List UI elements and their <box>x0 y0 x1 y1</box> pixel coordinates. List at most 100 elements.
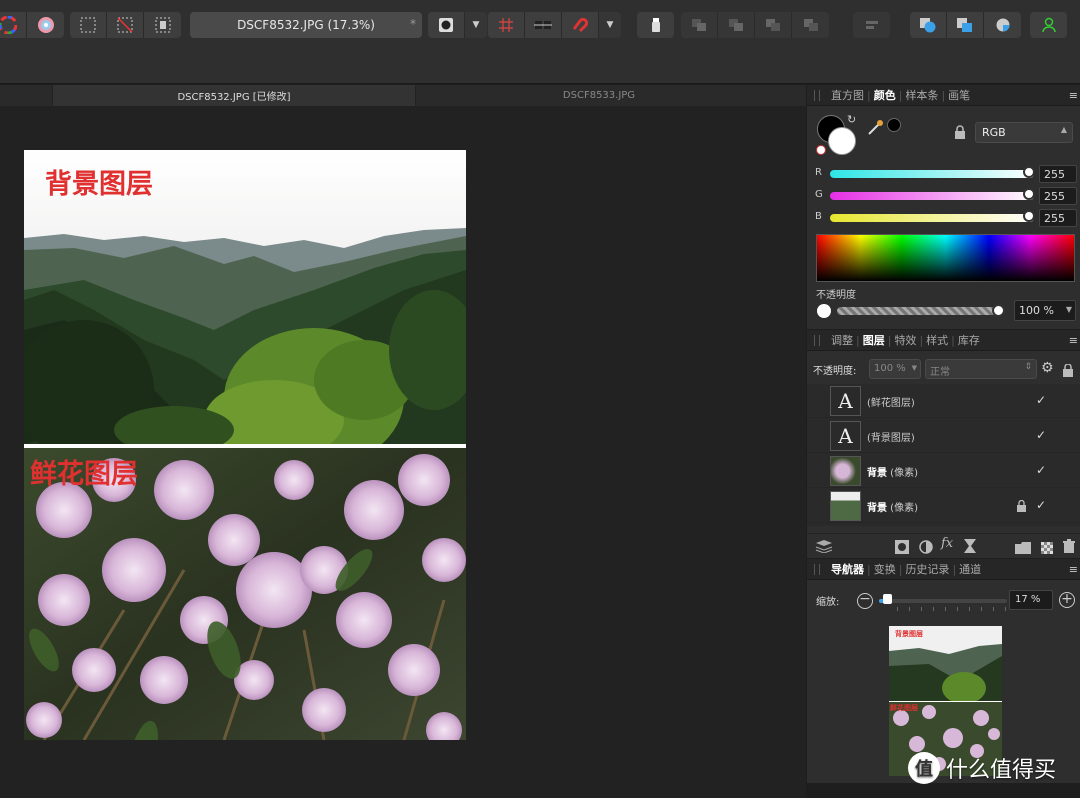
document-canvas[interactable]: 背景图层 鲜花图层 <box>0 106 806 798</box>
picked-color-swatch[interactable] <box>887 118 901 132</box>
trash-icon[interactable] <box>1063 538 1075 557</box>
visibility-checkbox[interactable]: ✓ <box>1036 393 1046 407</box>
user-persona-icon[interactable] <box>1030 12 1067 38</box>
secondary-color-swatch[interactable] <box>828 127 856 155</box>
red-value-field[interactable]: 255 <box>1039 165 1077 183</box>
document-title-button[interactable]: DSCF8532.JPG (17.3%) * <box>190 12 422 38</box>
tab-dscf8533[interactable]: DSCF8533.JPG <box>417 85 781 106</box>
adjustment-layer-icon[interactable] <box>919 539 933 558</box>
tab-swatches[interactable]: 样本条 <box>903 87 940 103</box>
panel-grip-icon[interactable] <box>814 564 820 575</box>
move-to-front-icon[interactable] <box>792 12 829 38</box>
tab-dscf8532[interactable]: DSCF8532.JPG [已修改] <box>52 85 416 106</box>
lock-icon[interactable] <box>954 124 968 142</box>
opacity-value-field[interactable]: 100 % ▼ <box>1014 300 1076 321</box>
zoom-slider[interactable] <box>879 599 1007 603</box>
opacity-slider-knob[interactable] <box>992 304 1005 317</box>
tab-styles[interactable]: 样式 <box>924 332 950 348</box>
panel-menu-icon[interactable]: ≡ <box>1069 563 1078 576</box>
green-slider-knob[interactable] <box>1023 188 1035 200</box>
tab-adjustments[interactable]: 调整 <box>829 332 855 348</box>
color-spectrum-picker[interactable] <box>816 234 1075 282</box>
layer-opacity-value: 100 % <box>874 363 906 374</box>
red-slider-knob[interactable] <box>1023 166 1035 178</box>
green-slider[interactable] <box>830 192 1034 200</box>
new-pixel-layer-icon[interactable] <box>1041 539 1053 558</box>
align-snap-icon[interactable] <box>525 12 562 38</box>
tab-color[interactable]: 颜色 <box>872 87 898 103</box>
tab-channels[interactable]: 通道 <box>957 561 983 577</box>
layer-row[interactable]: 背景 (像素) ✓ <box>807 489 1080 523</box>
visibility-checkbox[interactable]: ✓ <box>1036 463 1046 477</box>
blue-value-field[interactable]: 255 <box>1039 209 1077 227</box>
boolean-intersect-icon[interactable] <box>984 12 1021 38</box>
swap-colors-icon[interactable]: ↻ <box>847 113 856 126</box>
bottom-text-layer[interactable]: 鲜花图层 <box>30 452 138 491</box>
top-text-layer[interactable]: 背景图层 <box>45 162 153 201</box>
layer-opacity-select[interactable]: 100 % ▼ <box>869 359 921 379</box>
layers-stack-icon[interactable] <box>815 538 833 557</box>
magnet-snapping-icon[interactable] <box>562 12 599 38</box>
eyedropper-icon[interactable] <box>867 118 885 140</box>
layer-row[interactable]: A (鲜花图层) ✓ <box>807 384 1080 418</box>
fx-icon[interactable]: fx <box>941 536 953 551</box>
zoom-in-icon[interactable]: + <box>1059 592 1075 608</box>
tab-navigator[interactable]: 导航器 <box>829 561 866 577</box>
tab-layers[interactable]: 图层 <box>861 332 887 348</box>
tab-histogram[interactable]: 直方图 <box>829 87 866 103</box>
tab-history[interactable]: 历史记录 <box>903 561 951 577</box>
panel-menu-icon[interactable]: ≡ <box>1069 334 1078 347</box>
tab-stock[interactable]: 库存 <box>956 332 982 348</box>
move-forward-one-icon[interactable] <box>755 12 792 38</box>
align-group <box>853 12 890 38</box>
visibility-checkbox[interactable]: ✓ <box>1036 498 1046 512</box>
blue-slider-knob[interactable] <box>1023 210 1035 222</box>
blue-slider[interactable] <box>830 214 1034 222</box>
color-wheel-icon[interactable] <box>0 12 27 38</box>
opacity-value: 100 % <box>1019 304 1054 317</box>
panel-menu-icon[interactable]: ≡ <box>1069 89 1078 102</box>
panel-grip-icon[interactable] <box>814 90 820 101</box>
boolean-subtract-icon[interactable] <box>947 12 984 38</box>
color-mode-select[interactable]: RGB ▲ <box>975 122 1073 143</box>
red-slider[interactable] <box>830 170 1034 178</box>
chevron-down-icon[interactable]: ▼ <box>1066 305 1072 314</box>
zoom-slider-knob[interactable] <box>882 594 892 604</box>
lock-icon[interactable] <box>1063 362 1073 381</box>
invert-selection-icon[interactable] <box>144 12 181 38</box>
marquee-select-icon[interactable] <box>70 12 107 38</box>
blend-mode-select[interactable]: 正常 ⇕ <box>925 359 1037 379</box>
move-to-back-icon[interactable] <box>681 12 718 38</box>
layer-row[interactable]: 背景 (像素) ✓ <box>807 454 1080 488</box>
panel-grip-icon[interactable] <box>814 335 820 346</box>
zoom-value-field[interactable]: 17 % <box>1009 590 1053 610</box>
photo-document[interactable]: 背景图层 鲜花图层 <box>24 150 466 740</box>
mask-dropdown-chevron-icon[interactable]: ▼ <box>465 12 487 38</box>
no-color-icon[interactable] <box>816 145 826 155</box>
deselect-icon[interactable] <box>107 12 144 38</box>
gear-icon[interactable]: ⚙ <box>1041 360 1054 376</box>
opacity-slider[interactable] <box>837 307 1000 315</box>
tab-transform[interactable]: 变换 <box>872 561 898 577</box>
layer-row[interactable]: A (背景图层) ✓ <box>807 419 1080 453</box>
boolean-add-icon[interactable] <box>910 12 947 38</box>
visibility-checkbox[interactable]: ✓ <box>1036 428 1046 442</box>
snapping-dropdown-chevron-icon[interactable]: ▼ <box>599 12 621 38</box>
align-icon[interactable] <box>853 12 890 38</box>
zoom-out-icon[interactable]: − <box>857 592 873 609</box>
green-value-field[interactable]: 255 <box>1039 187 1077 205</box>
layer-lock-icon[interactable] <box>1017 497 1026 512</box>
layers-panel: 调整 | 图层 | 特效 | 样式 | 库存 ≡ 不透明度: 100 % ▼ 正常 ⇕ … <box>807 330 1080 558</box>
color-gradient-icon[interactable] <box>27 12 64 38</box>
tab-effects[interactable]: 特效 <box>892 332 918 348</box>
folder-icon[interactable] <box>1015 539 1031 558</box>
move-back-one-icon[interactable] <box>718 12 755 38</box>
zoom-label: 缩放: <box>816 597 840 608</box>
grid-snap-icon[interactable] <box>488 12 525 38</box>
tab-brushes[interactable]: 画笔 <box>946 87 972 103</box>
live-filter-icon[interactable] <box>964 538 976 557</box>
mask-layer-icon[interactable] <box>895 539 909 558</box>
assistant-icon[interactable] <box>637 12 674 38</box>
quick-mask-icon[interactable] <box>428 12 465 38</box>
fill-stroke-swatch[interactable]: ↻ <box>816 113 857 155</box>
